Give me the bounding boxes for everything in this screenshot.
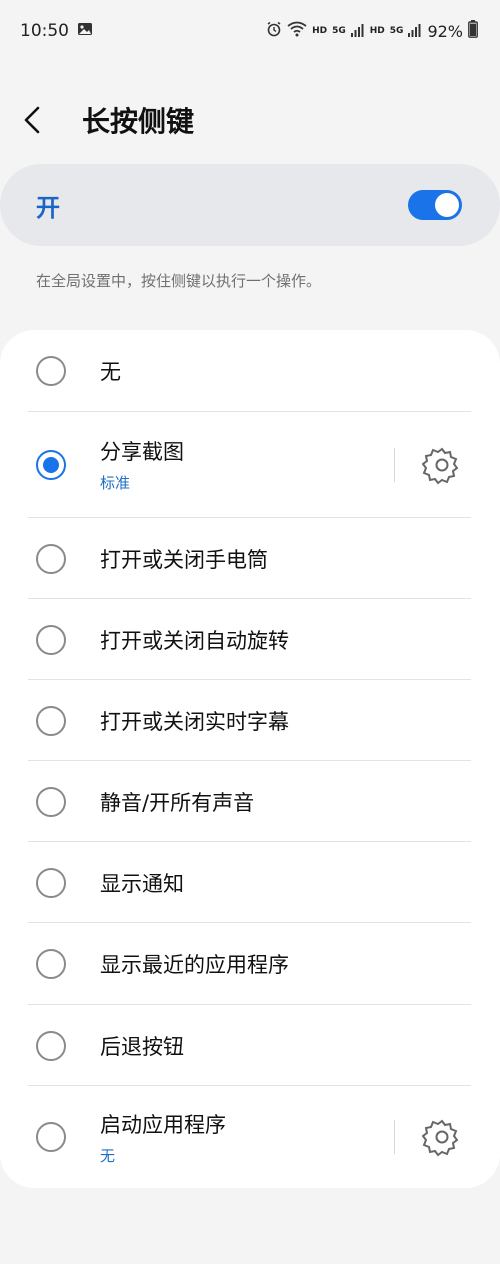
option-label: 打开或关闭手电筒	[100, 547, 268, 572]
radio-button[interactable]	[36, 624, 66, 655]
battery-icon	[468, 20, 478, 42]
option-label: 显示通知	[100, 871, 184, 896]
radio-button[interactable]	[36, 1122, 66, 1152]
option-label: 打开或关闭实时字幕	[100, 709, 289, 734]
option-show-notifications[interactable]: 显示通知	[0, 842, 500, 923]
option-label: 显示最近的应用程序	[100, 953, 289, 977]
status-time: 10:50	[20, 21, 69, 41]
page-title: 长按侧键	[82, 105, 195, 138]
option-label: 打开或关闭自动旋转	[100, 628, 289, 653]
radio-button[interactable]	[36, 356, 66, 386]
option-label: 无	[100, 360, 121, 384]
network-type-2: 5G	[389, 25, 404, 36]
master-switch-label: 开	[36, 193, 60, 222]
description-text: 在全局设置中，按住侧键以执行一个操作。	[36, 272, 322, 290]
status-bar: 10:50 HD 5G HD 5G 92%	[0, 0, 500, 62]
option-recent-apps[interactable]: 显示最近的应用程序	[0, 923, 500, 1005]
back-arrow-icon	[24, 106, 40, 134]
radio-button[interactable]	[36, 949, 66, 979]
option-mute-all[interactable]: 静音/开所有声音	[0, 761, 500, 842]
option-flashlight[interactable]: 打开或关闭手电筒	[0, 518, 500, 599]
alarm-icon	[266, 21, 282, 41]
hd-badge-1: HD	[312, 25, 328, 36]
gear-icon[interactable]	[421, 1117, 462, 1157]
option-label: 静音/开所有声音	[100, 790, 255, 815]
option-back-button[interactable]: 后退按钮	[0, 1005, 500, 1086]
app-bar: 长按侧键	[0, 92, 500, 148]
hd-badge-2: HD	[369, 25, 385, 36]
option-share-screenshot[interactable]: 分享截图 标准	[0, 412, 500, 517]
battery-percent: 92%	[427, 21, 463, 41]
option-auto-rotate[interactable]: 打开或关闭自动旋转	[0, 599, 500, 680]
option-launch-app[interactable]: 启动应用程序 无	[0, 1086, 500, 1188]
option-sublabel: 标准	[100, 474, 131, 492]
toggle-knob	[435, 193, 459, 217]
option-none[interactable]: 无	[0, 330, 500, 412]
vertical-separator	[394, 447, 395, 482]
radio-button[interactable]	[36, 543, 66, 574]
gallery-icon	[77, 21, 93, 41]
radio-button[interactable]	[36, 867, 66, 898]
option-label: 后退按钮	[100, 1034, 184, 1059]
radio-button[interactable]	[36, 1030, 66, 1061]
master-switch-row[interactable]: 开	[0, 164, 500, 246]
option-live-caption[interactable]: 打开或关闭实时字幕	[0, 680, 500, 761]
radio-button[interactable]	[36, 786, 66, 817]
option-label: 分享截图	[100, 440, 184, 464]
radio-button[interactable]	[36, 705, 66, 736]
gear-icon[interactable]	[421, 445, 462, 485]
option-label: 启动应用程序	[100, 1112, 226, 1137]
back-button[interactable]	[22, 92, 82, 148]
vertical-separator	[394, 1120, 395, 1154]
signal-icon	[408, 22, 422, 41]
options-list: 无 分享截图 标准 打开或关闭手电筒 打开或关闭自动旋转 打开或关闭实时字幕 静…	[0, 330, 500, 1188]
master-toggle-switch[interactable]	[408, 190, 462, 220]
network-type-1: 5G	[332, 25, 346, 36]
option-sublabel: 无	[100, 1146, 116, 1165]
wifi-icon	[287, 21, 307, 41]
radio-button-checked[interactable]	[36, 449, 66, 480]
signal-icon	[350, 22, 365, 41]
